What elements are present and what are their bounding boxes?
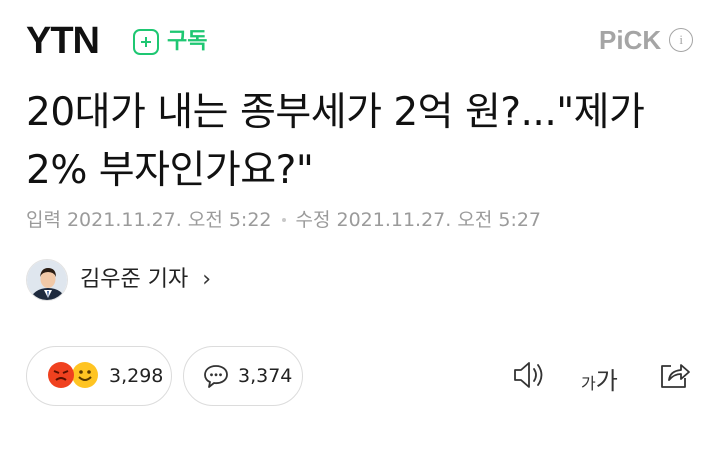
modified-label: 수정 <box>295 209 331 231</box>
pick-badge[interactable]: PiCK i <box>599 25 694 55</box>
input-label: 입력 <box>26 209 61 231</box>
comment-count: 3,374 <box>238 365 293 387</box>
reaction-count: 3,298 <box>109 365 164 387</box>
comment-icon <box>204 365 228 388</box>
smile-emoji-icon <box>72 362 98 388</box>
input-date: 2021.11.27. 오전 5:22 <box>66 209 272 231</box>
reporter-name: 김우준 기자 <box>80 267 189 292</box>
angry-emoji-icon <box>48 362 74 388</box>
reaction-emojis <box>47 361 103 391</box>
font-size-small-label: 가 <box>581 374 596 393</box>
article-dates: 입력 2021.11.27. 오전 5:22 수정 2021.11.27. 오전… <box>26 207 541 233</box>
reporter-avatar <box>26 259 68 301</box>
speaker-icon[interactable] <box>511 357 547 393</box>
article-title: 20대가 내는 종부세가 2억 원?..."제가 2% 부자인가요?" <box>26 90 645 193</box>
chevron-right-icon: › <box>202 267 212 292</box>
plus-icon <box>133 29 159 55</box>
modified-date: 2021.11.27. 오전 5:27 <box>336 209 542 231</box>
info-icon[interactable]: i <box>669 28 694 52</box>
font-size-button[interactable]: 가 가 <box>581 361 618 396</box>
subscribe-label: 구독 <box>167 29 208 54</box>
font-size-big-label: 가 <box>595 367 618 395</box>
share-icon[interactable] <box>657 357 693 393</box>
comment-button[interactable]: 3,374 <box>183 346 303 406</box>
pick-label: PiCK <box>599 25 662 55</box>
ytn-logo[interactable]: YTN <box>26 22 100 60</box>
reaction-button[interactable]: 3,298 <box>26 346 172 406</box>
separator-dot <box>281 218 286 222</box>
subscribe-button[interactable]: 구독 <box>133 26 207 58</box>
reporter-link[interactable]: 김우준 기자 › <box>26 259 211 301</box>
